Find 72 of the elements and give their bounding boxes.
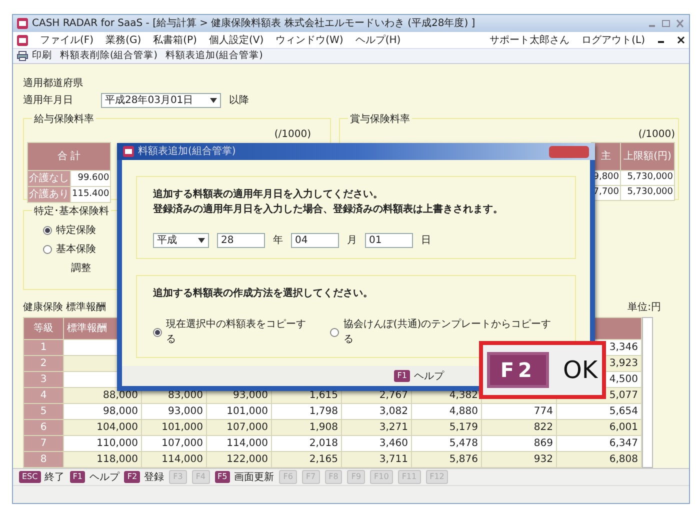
help-button[interactable]: F1 ヘルプ	[394, 368, 444, 384]
radio-button[interactable]	[43, 245, 52, 254]
radio-label: 現在選択中の料額表をコピーする	[166, 318, 307, 347]
table-header: 合 計	[28, 142, 111, 170]
prompt-text: 追加する料額表の作成方法を選択してください。	[153, 286, 374, 301]
grade-cell: 4	[24, 388, 64, 404]
date-input[interactable]: 04	[291, 233, 339, 248]
row-label: 介護あり	[28, 186, 70, 202]
menu-item[interactable]: ヘルプ(H)	[355, 32, 401, 48]
row-label: 介護なし	[28, 170, 70, 186]
unit-label: 月	[347, 234, 357, 248]
grade-cell: 3	[24, 372, 64, 388]
app-icon	[123, 146, 134, 157]
dialog-title: 料額表追加(組合管掌)	[138, 144, 237, 159]
grade-cell: 5	[24, 404, 64, 420]
grade-cell: 6	[24, 420, 64, 436]
date-select[interactable]: 平成28年03月01日	[101, 93, 221, 108]
function-key-label: F2	[487, 352, 549, 388]
function-key[interactable]: F2 登録	[124, 470, 164, 484]
printer-icon	[17, 51, 28, 61]
user-name: サポート太郎さん	[490, 34, 570, 48]
menu-item[interactable]: 個人設定(V)	[208, 32, 264, 48]
toolbar-link[interactable]: 料額表削除(組合管掌)	[60, 48, 158, 64]
radio-button[interactable]	[330, 328, 340, 336]
function-key[interactable]: F5 画面更新	[214, 470, 274, 484]
unit-label: 年	[273, 234, 283, 248]
radio-label: 協会けんぽ(共通)のテンプレートからコピーする	[343, 318, 552, 347]
caret-icon	[210, 98, 217, 103]
window-title: CASH RADAR for SaaS - [給与計算 > 健康保険料額表 株式会社エルモードいわき (平成28年度) ]	[32, 16, 476, 31]
field-label: 適用都道府県	[23, 76, 84, 91]
radio-label: 基本保険	[56, 242, 96, 257]
menu-item[interactable]: ウィンドウ(W)	[276, 32, 344, 48]
instruction-text: 追加する料額表の適用年月日を入力してください。	[153, 187, 384, 202]
app-icon	[17, 34, 28, 46]
table-title: 健康保険 標準報酬	[23, 300, 106, 315]
grade-cell: 7	[24, 436, 64, 452]
unit-label: 単位:円	[628, 301, 661, 315]
field-label: 適用年月日	[23, 94, 74, 108]
table-cell: 5,730,000	[620, 186, 674, 200]
option-label: 調整	[71, 262, 91, 276]
scrollbar[interactable]	[642, 317, 653, 468]
table-cell: 115.400	[70, 186, 111, 202]
print-button[interactable]: 印刷	[17, 48, 52, 64]
radio-button[interactable]	[153, 328, 162, 336]
menu-item[interactable]: ファイル(F)	[40, 32, 94, 48]
maximize-icon[interactable]	[661, 19, 671, 28]
date-input[interactable]: 28	[217, 233, 265, 248]
table-cell: 99.600	[70, 170, 111, 186]
column-header: 等級	[24, 318, 64, 340]
app-icon	[17, 18, 28, 29]
function-key[interactable]: ESC 終了	[19, 470, 65, 484]
date-input[interactable]: 01	[365, 233, 413, 248]
close-icon[interactable]	[677, 36, 685, 44]
close-button[interactable]	[549, 146, 589, 158]
radio-label: 特定保険	[56, 224, 96, 238]
function-key[interactable]: F1 ヘルプ	[70, 470, 120, 484]
table-header: 上限額(円)	[620, 142, 674, 170]
instruction-text: 登録済みの適用年月日を入力した場合、登録済みの料額表は上書きされます。	[153, 202, 504, 217]
toolbar-link[interactable]: 料額表追加(組合管掌)	[165, 48, 263, 64]
menu-item[interactable]: 業務(G)	[106, 32, 142, 48]
menu-item[interactable]: 私書箱(P)	[153, 32, 197, 48]
logout-link[interactable]: ログアウト(L)	[582, 32, 645, 48]
unit-label: 日	[421, 234, 431, 248]
grade-cell: 8	[24, 452, 64, 468]
caret-icon	[198, 238, 205, 243]
radio-button[interactable]	[43, 226, 52, 235]
grade-cell: 1	[24, 340, 64, 356]
unit-label: (/1000)	[638, 128, 675, 142]
unit-label: (/1000)	[274, 128, 311, 142]
grade-cell: 2	[24, 356, 64, 372]
era-select[interactable]: 平成	[153, 233, 209, 248]
field-suffix: 以降	[229, 94, 249, 108]
